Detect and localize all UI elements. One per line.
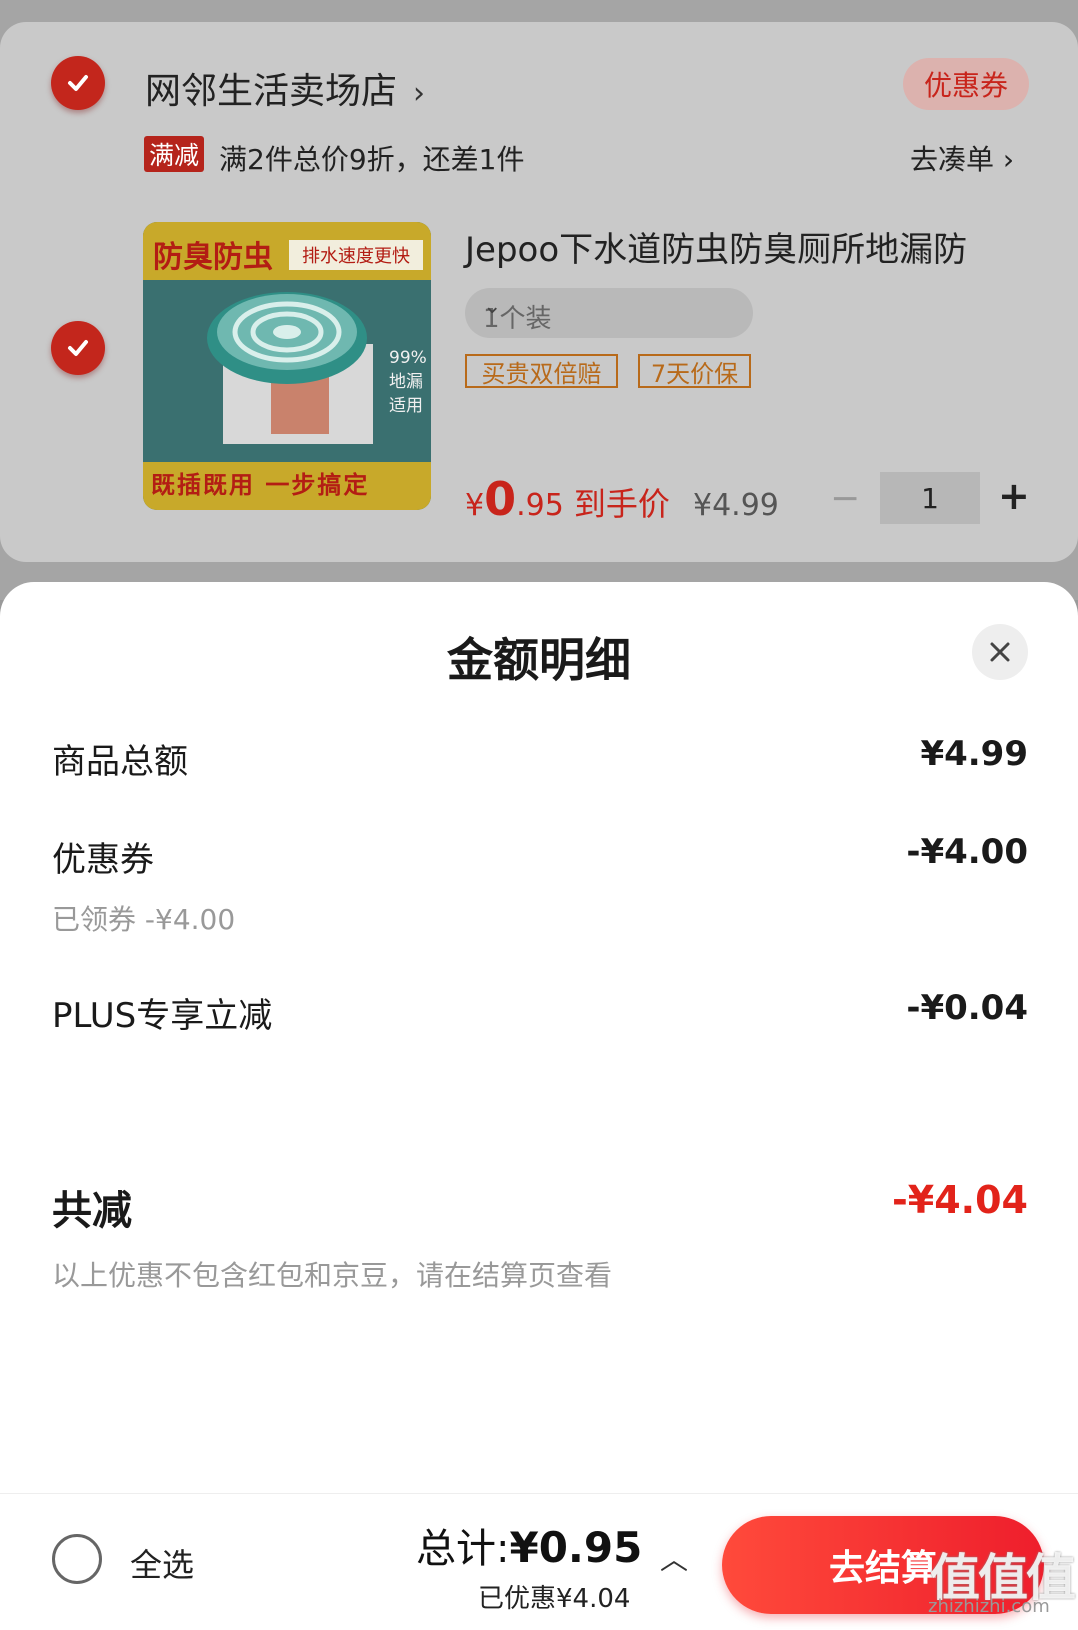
image-text-bottom: 既插既用 一步搞定 (151, 471, 370, 499)
check-icon (68, 340, 88, 356)
row-coupon-sub: 已领券 -¥4.00 (52, 903, 236, 936)
row-plus-label: PLUS专享立减 (52, 996, 273, 1036)
close-icon (990, 642, 1010, 662)
checkout-bar: 全选 总计:¥0.95 已优惠¥4.04 ︿ 去结算 (0, 1493, 1078, 1630)
product-image[interactable]: 防臭防虫 排水速度更快 99%地漏适用 既插既用 一步搞定 (143, 222, 431, 510)
promo-tag: 满减 (144, 136, 204, 172)
decrease-quantity-button[interactable]: − (830, 478, 860, 519)
total-discount-value: -¥4.04 (892, 1178, 1028, 1222)
row-coupon-value: -¥4.00 (906, 832, 1028, 872)
store-name-link[interactable]: 网邻生活卖场店 › (145, 62, 425, 114)
coupon-button[interactable]: 优惠券 (903, 58, 1029, 110)
select-all-label[interactable]: 全选 (130, 1540, 194, 1586)
image-text-top: 防臭防虫 (153, 240, 273, 275)
total-discount-label: 共减 (52, 1188, 132, 1234)
chevron-down-icon: ⌄ (483, 294, 502, 319)
sheet-title: 金额明细 (447, 633, 631, 687)
image-text-tag: 排水速度更快 (289, 240, 423, 270)
select-all-radio[interactable] (52, 1534, 102, 1584)
quantity-input[interactable]: 1 (880, 472, 980, 524)
product-checkbox[interactable] (51, 321, 105, 375)
make-order-link[interactable]: 去凑单 › (910, 138, 1014, 178)
watermark-url: zhizhizhi.com (928, 1596, 1050, 1617)
row-goods-total-label: 商品总额 (52, 742, 188, 782)
store-name: 网邻生活卖场店 (145, 71, 398, 112)
store-checkbox[interactable] (51, 56, 105, 110)
close-button[interactable] (972, 624, 1028, 680)
final-price: ¥0.95 到手价 (465, 472, 670, 526)
row-goods-total-value: ¥4.99 (920, 734, 1028, 774)
increase-quantity-button[interactable]: + (998, 474, 1030, 518)
total-amount: 总计:¥0.95 (416, 1523, 643, 1572)
saved-amount: 已优惠¥4.04 (478, 1584, 631, 1614)
product-title[interactable]: Jepoo下水道防虫防臭厕所地漏防 (465, 222, 967, 271)
chevron-up-icon[interactable]: ︿ (660, 1538, 688, 1578)
original-price: ¥4.99 (693, 488, 779, 523)
image-text-side: 99%地漏适用 (389, 348, 427, 416)
badge-double-refund: 买贵双倍赔 (465, 354, 618, 388)
cart-store-card: 网邻生活卖场店 › 优惠券 满减 满2件总价9折，还差1件 去凑单 › 防臭防虫 … (0, 22, 1078, 562)
spec-selector[interactable]: 1个装 ⌄ (465, 288, 753, 338)
badge-price-protect: 7天价保 (638, 354, 751, 388)
discount-note: 以上优惠不包含红包和京豆，请在结算页查看 (52, 1259, 613, 1292)
check-icon (68, 75, 88, 91)
price-detail-sheet: 金额明细 商品总额 ¥4.99 优惠券 -¥4.00 已领券 -¥4.00 PL… (0, 582, 1078, 1629)
floor-drain-illustration (207, 292, 373, 444)
chevron-right-icon: › (413, 76, 426, 111)
promo-text: 满2件总价9折，还差1件 (219, 143, 525, 176)
row-coupon-label: 优惠券 (52, 840, 154, 880)
row-plus-value: -¥0.04 (906, 988, 1028, 1028)
